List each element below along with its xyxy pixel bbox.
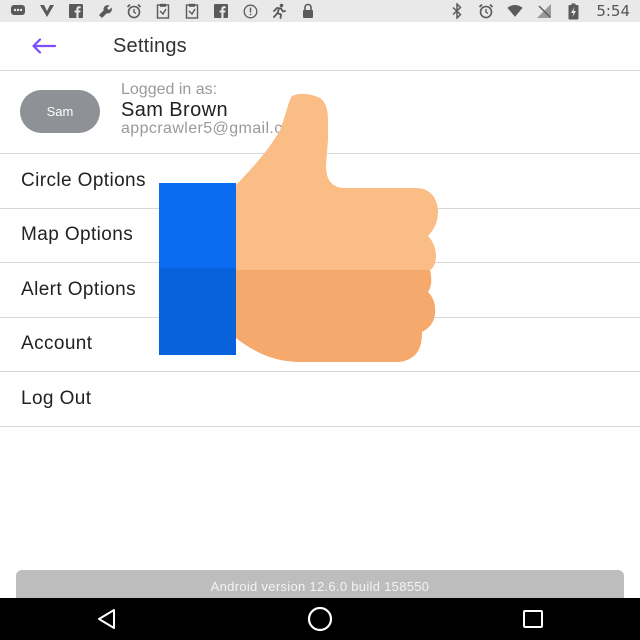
home-circle-icon: [307, 606, 333, 632]
recents-square-icon: [523, 610, 544, 628]
nav-back-button[interactable]: [77, 598, 137, 640]
status-bar-left: [10, 0, 316, 22]
app-bar: Settings: [0, 22, 640, 71]
chat-icon: [10, 3, 26, 19]
wrench-icon: [97, 3, 113, 19]
info-icon: [242, 3, 258, 19]
status-time: 5:54: [596, 2, 630, 20]
profile-card: Sam Logged in as: Sam Brown appcrawler5@…: [0, 71, 640, 154]
page-title: Settings: [113, 34, 187, 57]
back-triangle-icon: [97, 609, 115, 629]
menu-item-alert-options[interactable]: Alert Options: [0, 263, 640, 318]
menu-item-circle-options[interactable]: Circle Options: [0, 154, 640, 209]
settings-menu: Circle Options Map Options Alert Options…: [0, 154, 640, 427]
facebook-icon: [68, 3, 84, 19]
run-icon: [271, 3, 287, 19]
lock-icon: [300, 3, 316, 19]
alarm-icon: [478, 3, 494, 19]
nav-home-button[interactable]: [290, 598, 350, 640]
user-name: Sam Brown: [121, 99, 228, 121]
clipboard-icon: [155, 3, 171, 19]
back-button[interactable]: [16, 22, 72, 71]
arrow-left-icon: [32, 38, 57, 54]
menu-item-log-out[interactable]: Log Out: [0, 372, 640, 427]
bluetooth-icon: [449, 3, 465, 19]
status-bar: 5:54: [0, 0, 640, 22]
wifi-icon: [507, 3, 523, 19]
nav-recents-button[interactable]: [503, 598, 563, 640]
avatar: Sam: [20, 90, 100, 133]
signal-off-icon: [536, 3, 552, 19]
user-email: appcrawler5@gmail.com: [121, 120, 306, 137]
logged-in-label: Logged in as:: [121, 81, 218, 98]
vpn-icon: [39, 3, 55, 19]
system-nav-bar: [0, 598, 640, 640]
menu-item-map-options[interactable]: Map Options: [0, 208, 640, 263]
menu-item-account[interactable]: Account: [0, 317, 640, 372]
battery-charging-icon: [565, 3, 581, 19]
facebook-icon: [213, 3, 229, 19]
status-bar-right: 5:54: [449, 0, 630, 22]
alarm-icon: [126, 3, 142, 19]
clipboard-icon: [184, 3, 200, 19]
